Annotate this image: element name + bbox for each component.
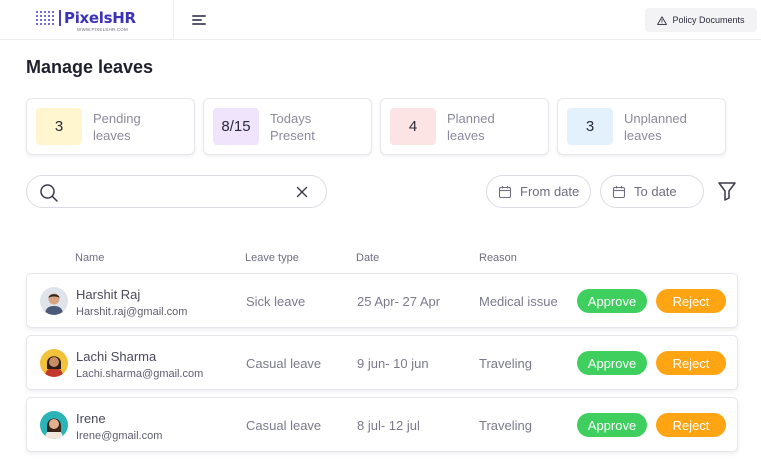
stat-label: Pending leaves bbox=[93, 111, 141, 143]
reject-button[interactable]: Reject bbox=[656, 413, 726, 437]
avatar bbox=[40, 411, 68, 439]
stat-label: Unplanned leaves bbox=[624, 111, 687, 143]
employee-name: Lachi Sharma bbox=[76, 349, 157, 364]
avatar bbox=[40, 287, 68, 315]
leave-reason: Traveling bbox=[479, 356, 532, 371]
stat-value: 4 bbox=[390, 108, 436, 145]
stat-card-pending[interactable]: 3 Pending leaves bbox=[26, 98, 195, 155]
leave-type: Casual leave bbox=[246, 418, 322, 433]
brand-tagline: WWW.PIXELSHR.COM bbox=[77, 27, 128, 32]
leave-reason: Medical issue bbox=[479, 294, 558, 309]
calendar-icon bbox=[612, 185, 626, 198]
reject-button[interactable]: Reject bbox=[656, 351, 726, 375]
search-input[interactable] bbox=[67, 182, 287, 202]
leave-type: Sick leave bbox=[246, 294, 306, 309]
employee-email: Irene@gmail.com bbox=[76, 430, 163, 442]
approve-button[interactable]: Approve bbox=[577, 413, 647, 437]
reject-button[interactable]: Reject bbox=[656, 289, 726, 313]
leave-date: 25 Apr- 27 Apr bbox=[357, 294, 441, 309]
table-row: Harshit Raj Harshit.raj@gmail.com Sick l… bbox=[26, 273, 738, 328]
logo-divider bbox=[59, 10, 61, 26]
column-header-date: Date bbox=[356, 252, 380, 264]
approve-button[interactable]: Approve bbox=[577, 289, 647, 313]
filter-funnel-icon[interactable] bbox=[716, 180, 738, 202]
leave-type: Casual leave bbox=[246, 356, 322, 371]
leave-reason: Traveling bbox=[479, 418, 532, 433]
table-row: Lachi Sharma Lachi.sharma@gmail.com Casu… bbox=[26, 335, 738, 390]
approve-button[interactable]: Approve bbox=[577, 351, 647, 375]
stat-value: 8/15 bbox=[213, 108, 259, 145]
employee-name: Harshit Raj bbox=[76, 287, 141, 302]
top-bar: PixelsHR WWW.PIXELSHR.COM Policy Documen… bbox=[0, 0, 761, 40]
logo[interactable]: PixelsHR WWW.PIXELSHR.COM bbox=[36, 9, 136, 32]
stat-value: 3 bbox=[36, 108, 82, 145]
stat-card-unplanned[interactable]: 3 Unplanned leaves bbox=[557, 98, 726, 155]
column-header-name: Name bbox=[75, 252, 105, 264]
header-divider bbox=[173, 0, 174, 40]
to-date-button[interactable]: To date bbox=[600, 175, 704, 208]
calendar-icon bbox=[498, 185, 512, 198]
avatar bbox=[40, 349, 68, 377]
close-icon[interactable] bbox=[295, 185, 309, 199]
stat-label: Planned leaves bbox=[447, 111, 495, 143]
page-title: Manage leaves bbox=[26, 57, 154, 77]
logo-mark-icon bbox=[36, 11, 56, 25]
from-date-label: From date bbox=[520, 184, 580, 199]
column-header-leave-type: Leave type bbox=[245, 252, 299, 264]
employee-name: Irene bbox=[76, 411, 106, 426]
leave-date: 8 jul- 12 jul bbox=[357, 418, 420, 433]
column-header-reason: Reason bbox=[479, 252, 517, 264]
brand-name: PixelsHR bbox=[64, 9, 136, 27]
employee-email: Lachi.sharma@gmail.com bbox=[76, 368, 204, 380]
search-icon bbox=[40, 184, 58, 202]
policy-documents-label: Policy Documents bbox=[672, 15, 745, 25]
to-date-label: To date bbox=[634, 184, 677, 199]
leave-date: 9 jun- 10 jun bbox=[357, 356, 429, 371]
stat-value: 3 bbox=[567, 108, 613, 145]
hamburger-menu-icon[interactable] bbox=[192, 13, 208, 27]
from-date-button[interactable]: From date bbox=[486, 175, 591, 208]
warning-triangle-icon bbox=[657, 15, 668, 25]
policy-documents-button[interactable]: Policy Documents bbox=[645, 8, 757, 32]
employee-email: Harshit.raj@gmail.com bbox=[76, 306, 188, 318]
stat-card-present[interactable]: 8/15 Todays Present bbox=[203, 98, 372, 155]
table-row: Irene Irene@gmail.com Casual leave 8 jul… bbox=[26, 397, 738, 452]
stat-card-planned[interactable]: 4 Planned leaves bbox=[380, 98, 549, 155]
stat-label: Todays Present bbox=[270, 111, 315, 143]
search-box[interactable] bbox=[26, 175, 327, 208]
